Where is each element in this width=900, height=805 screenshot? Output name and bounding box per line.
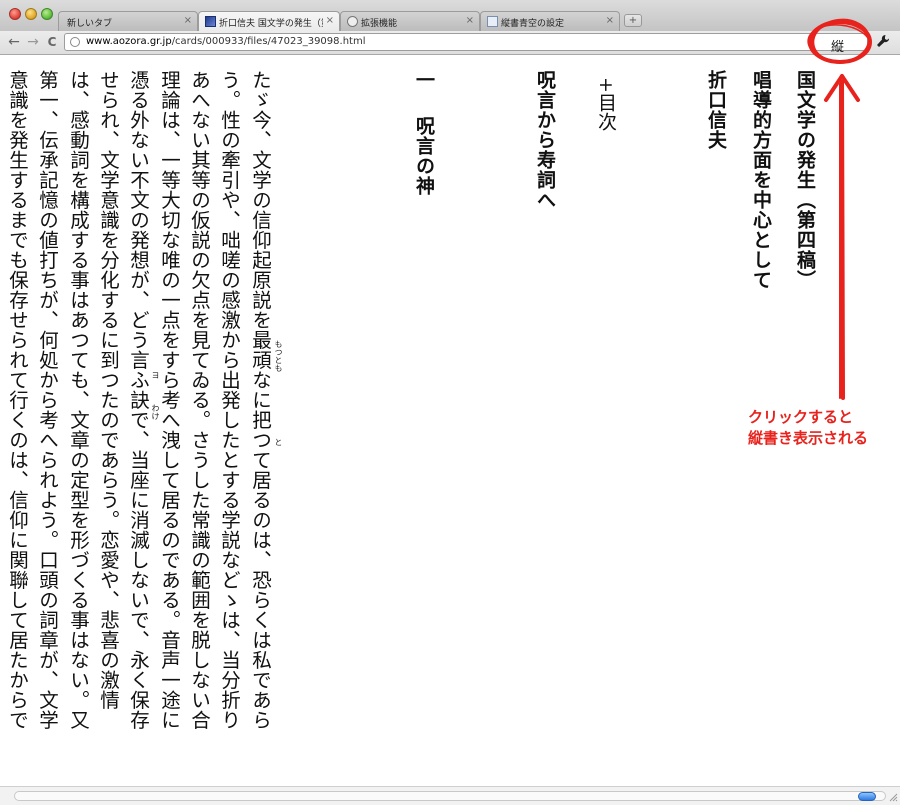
annotation-caption: クリックすると 縦書き表示される	[748, 407, 868, 449]
scrollbar-track[interactable]	[14, 791, 886, 801]
annotation-circle	[807, 18, 872, 64]
annotation-overlay	[807, 18, 872, 400]
annotation-line: 縦書き表示される	[748, 429, 869, 447]
scrollbar-thumb[interactable]	[858, 792, 876, 801]
resize-grip-icon[interactable]	[888, 790, 898, 802]
horizontal-scrollbar[interactable]	[0, 786, 900, 805]
annotation-arrow	[824, 74, 860, 400]
annotation-line: クリックすると	[748, 408, 854, 426]
